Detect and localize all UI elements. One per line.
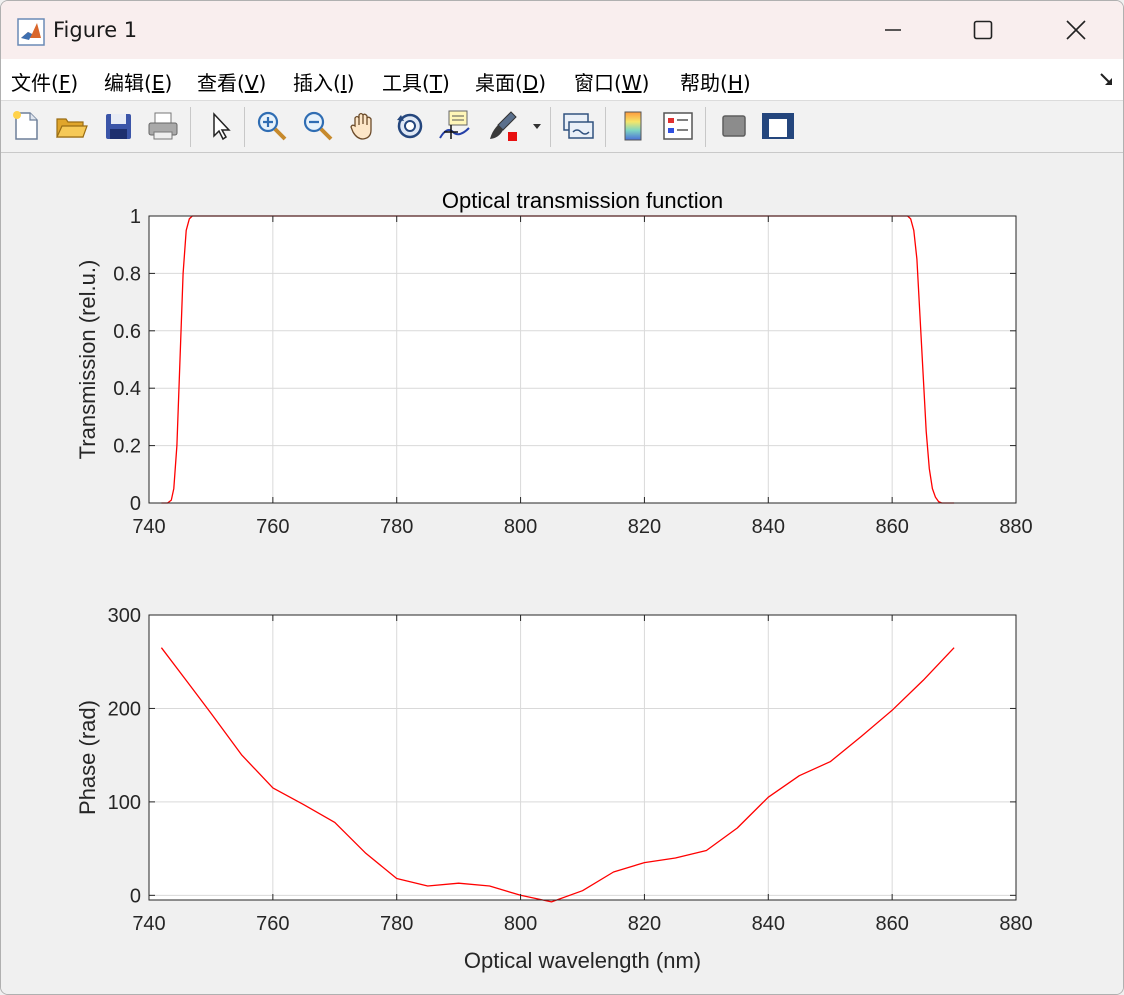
brush-icon[interactable] — [485, 108, 521, 144]
menu-insert-label: 插入( — [293, 71, 341, 95]
figure-window: Figure 1 文件(F) 编辑(E) 查看(V) 插入(I) 工具(T) 桌… — [0, 0, 1124, 995]
data-cursor-icon[interactable] — [437, 108, 473, 144]
pointer-icon[interactable] — [202, 108, 238, 144]
window-title: Figure 1 — [53, 18, 138, 42]
toolbar-separator — [705, 107, 706, 147]
menu-insert[interactable]: 插入(I) — [293, 67, 355, 96]
menu-help-label: 帮助( — [680, 71, 728, 95]
maximize-icon — [973, 20, 993, 40]
x-tick-label: 840 — [752, 516, 785, 538]
close-button[interactable] — [1030, 1, 1122, 59]
x-tick-label: 860 — [875, 516, 908, 538]
x-tick-label: 800 — [504, 516, 537, 538]
y-tick-label: 300 — [108, 605, 141, 627]
menu-insert-accel: I — [340, 71, 347, 95]
y-tick-label: 1 — [130, 206, 141, 228]
dock-arrow-icon[interactable] — [1099, 72, 1115, 88]
x-tick-label: 880 — [999, 913, 1032, 935]
menu-help[interactable]: 帮助(H) — [680, 67, 751, 96]
pan-hand-icon[interactable] — [346, 108, 382, 144]
x-tick-label: 820 — [628, 516, 661, 538]
menu-desktop[interactable]: 桌面(D) — [475, 67, 546, 96]
y-tick-label: 0.2 — [113, 436, 141, 458]
menu-window-label: 窗口( — [574, 71, 622, 95]
x-tick-label: 740 — [132, 516, 165, 538]
link-plot-icon[interactable] — [560, 108, 596, 144]
x-tick-label: 780 — [380, 913, 413, 935]
minimize-button[interactable] — [847, 1, 939, 59]
close-icon — [1066, 20, 1086, 40]
menu-edit-label: 编辑( — [104, 71, 152, 95]
menu-view[interactable]: 查看(V) — [197, 67, 266, 96]
x-tick-label: 760 — [256, 913, 289, 935]
legend-icon[interactable] — [660, 108, 696, 144]
y-tick-label: 0 — [130, 493, 141, 515]
toolbar — [1, 101, 1123, 153]
maximize-button[interactable] — [937, 1, 1029, 59]
x-tick-label: 880 — [999, 516, 1032, 538]
y-axis-label: Phase (rad) — [75, 700, 100, 815]
menu-help-accel: H — [727, 71, 743, 95]
menu-file-accel: F — [58, 71, 71, 95]
brush-dropdown-icon[interactable] — [529, 108, 545, 144]
y-tick-label: 0.6 — [113, 321, 141, 343]
zoom-in-icon[interactable] — [254, 108, 290, 144]
new-figure-icon[interactable] — [8, 108, 44, 144]
menu-desktop-accel: D — [522, 71, 539, 95]
menu-bar: 文件(F) 编辑(E) 查看(V) 插入(I) 工具(T) 桌面(D) 窗口(W… — [1, 59, 1123, 101]
zoom-out-icon[interactable] — [300, 108, 336, 144]
axes-2-background — [149, 615, 1016, 900]
x-tick-label: 820 — [628, 913, 661, 935]
menu-window[interactable]: 窗口(W) — [574, 67, 649, 96]
toolbar-separator — [605, 107, 606, 147]
y-tick-label: 200 — [108, 698, 141, 720]
rotate-3d-icon[interactable] — [392, 108, 428, 144]
x-tick-label: 840 — [752, 913, 785, 935]
y-tick-label: 0.4 — [113, 378, 141, 400]
x-tick-label: 760 — [256, 516, 289, 538]
show-plot-tools-icon[interactable] — [760, 108, 796, 144]
plot-canvas: 740 760 780 800 820 840 860 880 0 0.2 0.4 0.6 0.8 1 Op… — [75, 188, 1033, 973]
minimize-icon — [885, 29, 901, 31]
title-bar[interactable]: Figure 1 — [1, 1, 1123, 59]
x-tick-label: 800 — [504, 913, 537, 935]
toolbar-separator — [190, 107, 191, 147]
y-tick-label: 0 — [130, 885, 141, 907]
menu-view-accel: V — [244, 71, 259, 95]
hide-plot-tools-icon[interactable] — [716, 108, 752, 144]
print-icon[interactable] — [145, 108, 181, 144]
x-tick-label: 860 — [875, 913, 908, 935]
menu-tools-label: 工具( — [382, 71, 430, 95]
x-tick-label: 740 — [132, 913, 165, 935]
menu-window-accel: W — [621, 71, 642, 95]
menu-edit-accel: E — [151, 71, 165, 95]
x-tick-label: 780 — [380, 516, 413, 538]
x-axis-label: Optical wavelength (nm) — [464, 948, 701, 973]
menu-desktop-label: 桌面( — [475, 71, 523, 95]
menu-view-label: 查看( — [197, 71, 245, 95]
chart-title: Optical transmission function — [442, 188, 723, 213]
y-axis-label: Transmission (rel.u.) — [75, 260, 100, 460]
y-tick-label: 100 — [108, 792, 141, 814]
matlab-icon — [17, 18, 45, 46]
menu-file-label: 文件( — [11, 71, 59, 95]
menu-tools-accel: T — [429, 71, 443, 95]
menu-tools[interactable]: 工具(T) — [382, 67, 450, 96]
y-tick-label: 0.8 — [113, 263, 141, 285]
toolbar-separator — [244, 107, 245, 147]
menu-edit[interactable]: 编辑(E) — [104, 67, 172, 96]
toolbar-separator — [550, 107, 551, 147]
menu-file[interactable]: 文件(F) — [11, 67, 78, 96]
figure-canvas: 740 760 780 800 820 840 860 880 0 0.2 0.4 0.6 0.8 1 Op… — [1, 153, 1123, 994]
save-icon[interactable] — [100, 108, 136, 144]
axes-1-background — [149, 216, 1016, 503]
open-file-icon[interactable] — [53, 108, 89, 144]
colorbar-icon[interactable] — [615, 108, 651, 144]
